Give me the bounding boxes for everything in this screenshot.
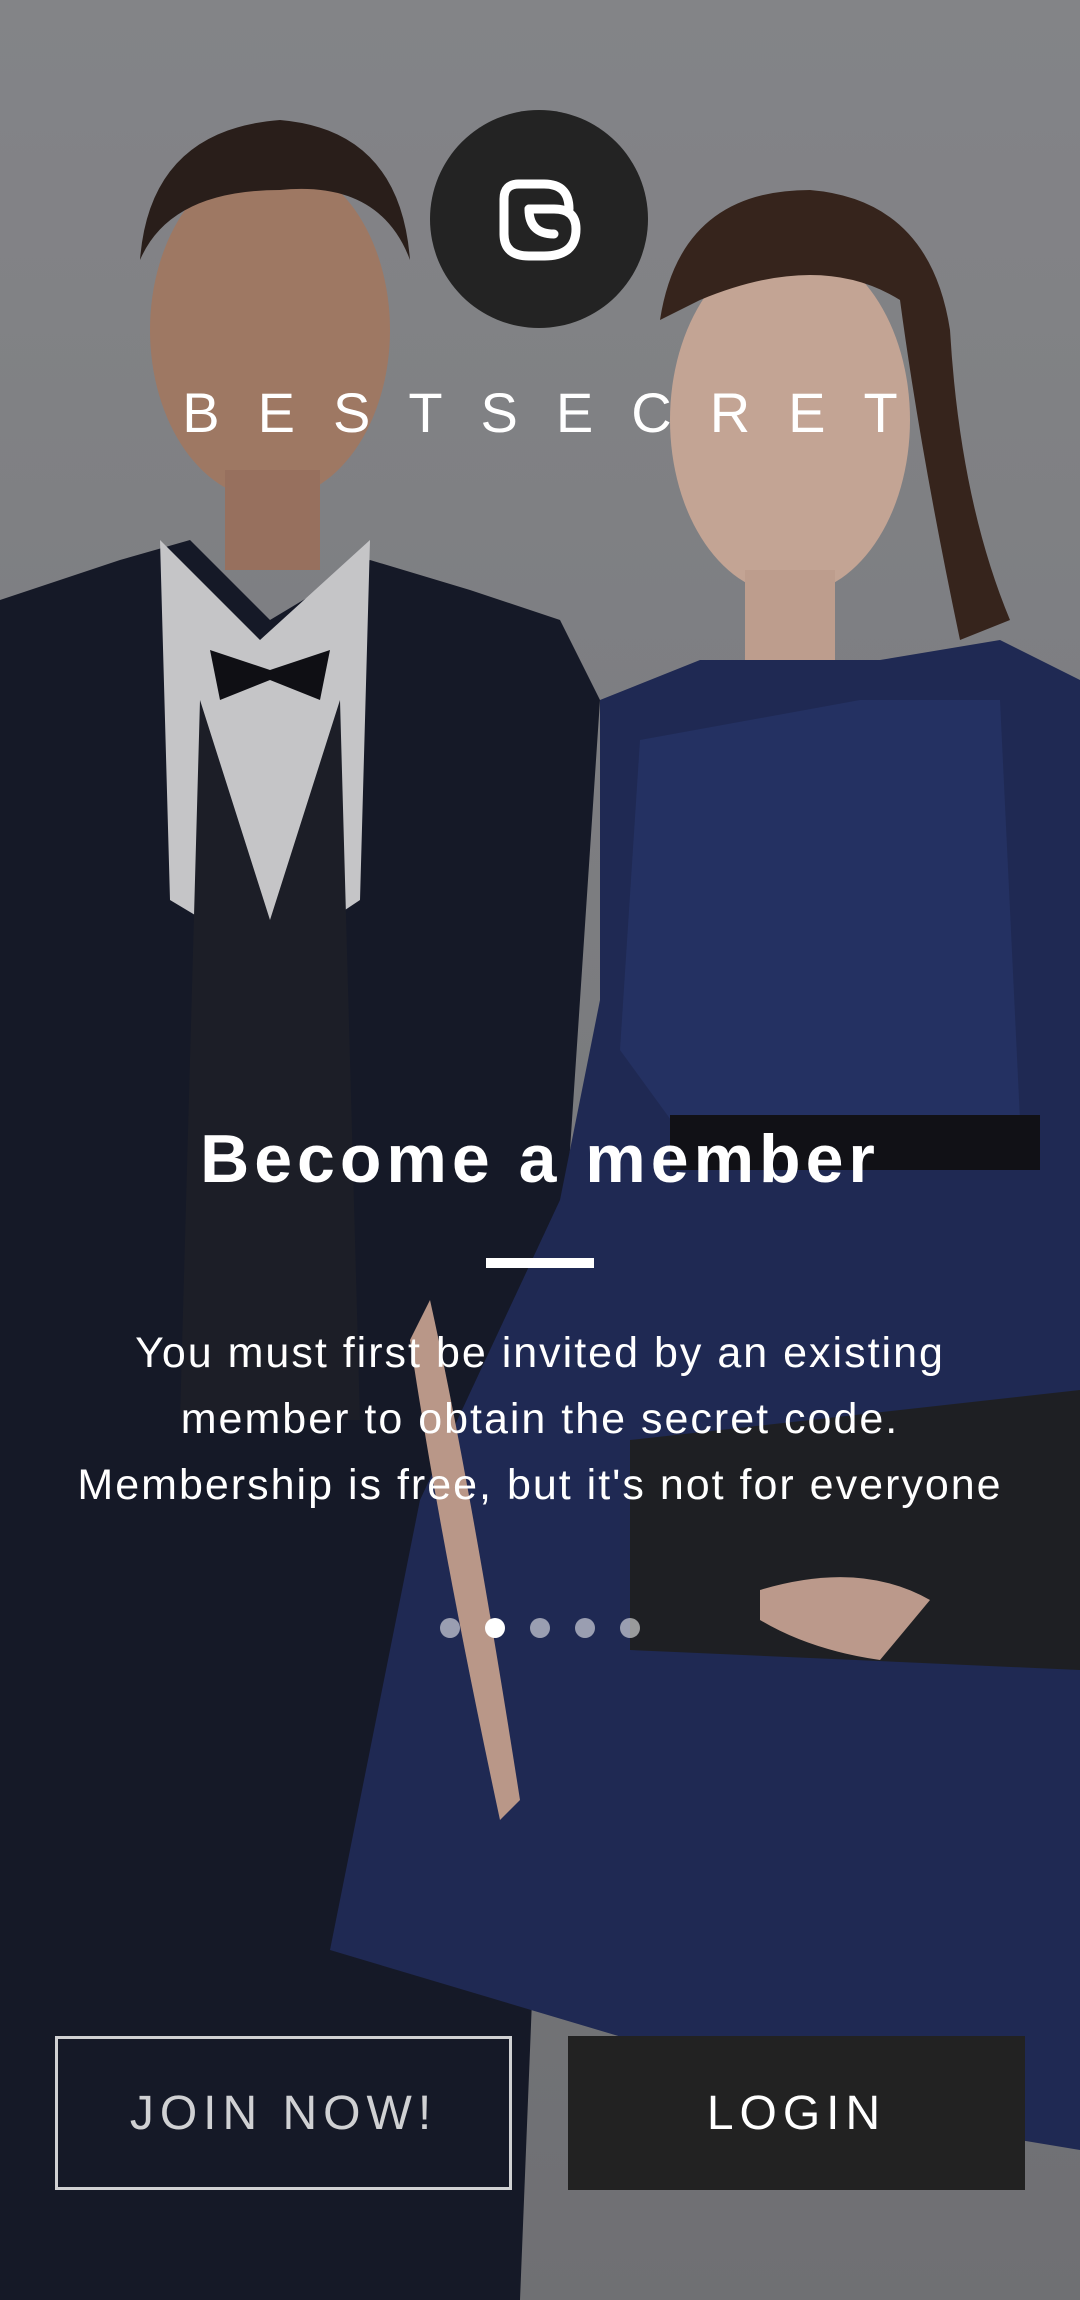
page-dot-1[interactable] xyxy=(440,1618,460,1638)
page-dot-2-active[interactable] xyxy=(485,1618,505,1638)
onboarding-headline: Become a member xyxy=(200,1121,880,1197)
join-now-button[interactable]: JOIN NOW! xyxy=(55,2036,512,2190)
brand-logo xyxy=(430,110,648,328)
login-button[interactable]: LOGIN xyxy=(568,2036,1025,2190)
bestsecret-knot-logo-icon xyxy=(499,179,581,261)
page-dot-3[interactable] xyxy=(530,1618,550,1638)
page-dot-5[interactable] xyxy=(620,1618,640,1638)
headline-divider xyxy=(486,1258,594,1268)
page-indicator[interactable] xyxy=(0,1618,1080,1638)
onboarding-description: You must first be invited by an existing… xyxy=(77,1329,1003,1509)
page-dot-4[interactable] xyxy=(575,1618,595,1638)
brand-wordmark: BESTSECRET xyxy=(182,381,936,444)
onboarding-screen: BESTSECRET Become a member You must firs… xyxy=(0,0,1080,2300)
